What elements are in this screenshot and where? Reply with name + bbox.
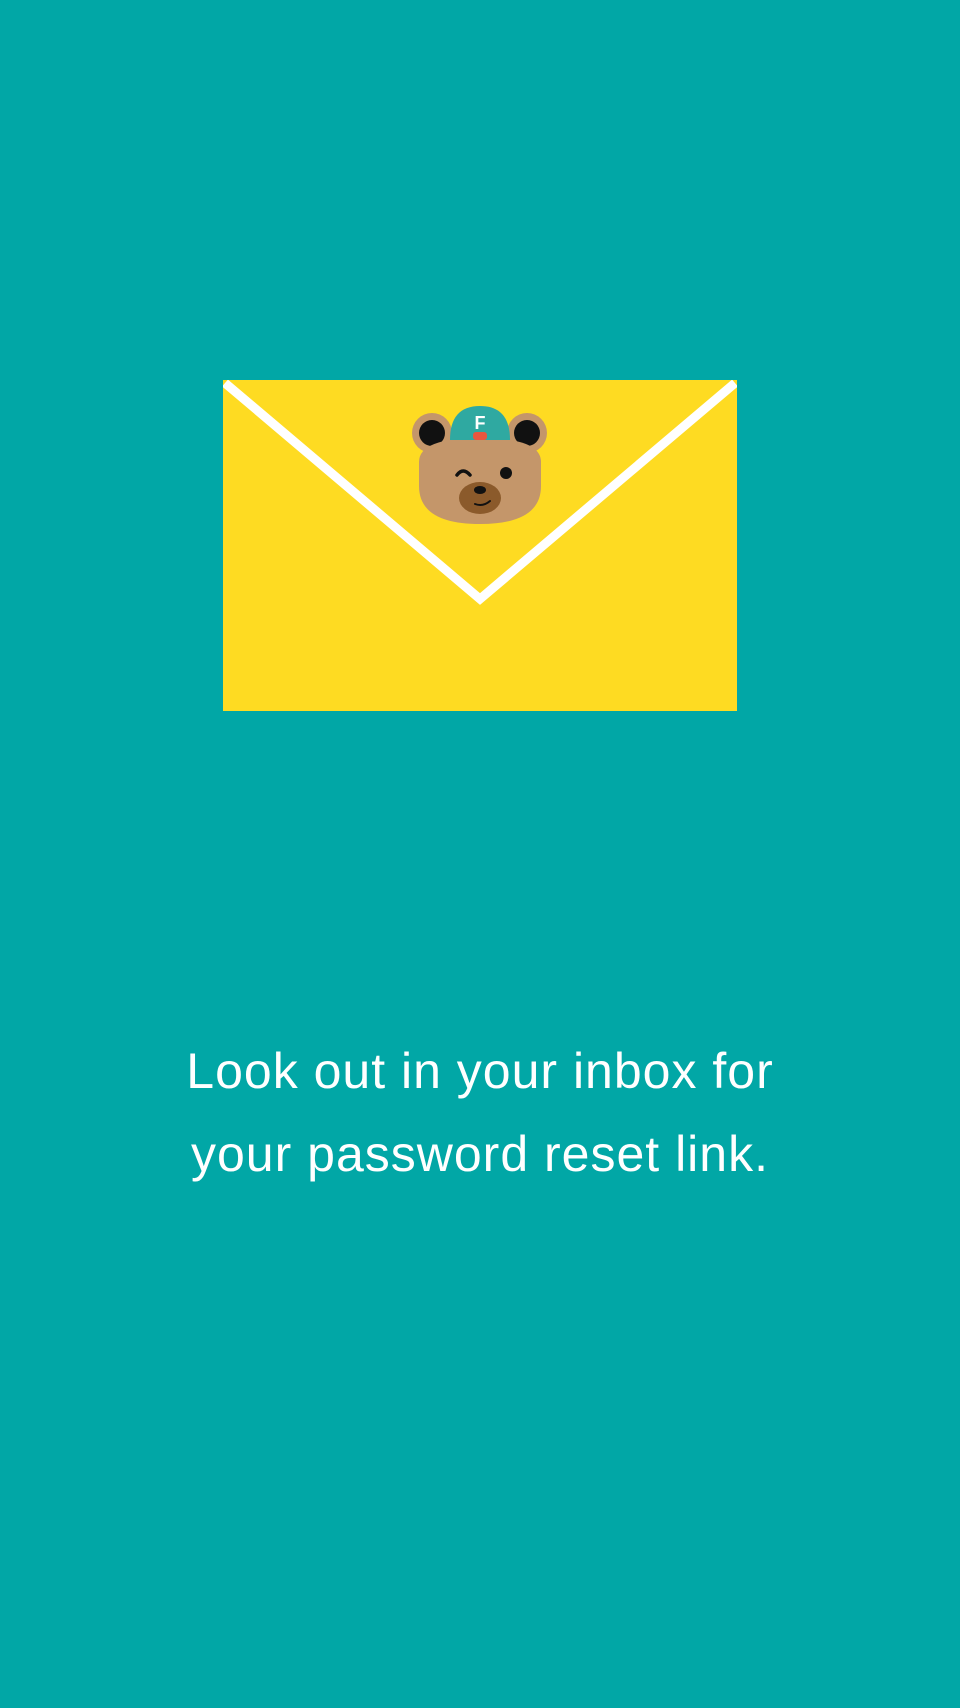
cap-letter: F [475,413,486,433]
envelope-icon: F [223,380,737,711]
password-reset-confirmation-screen: F Look out in your inbox for your passwo… [0,0,960,1708]
bear-mascot-icon: F [412,406,547,524]
reset-link-message: Look out in your inbox for your password… [80,1030,880,1196]
message-line-1: Look out in your inbox for [186,1043,774,1099]
message-line-2: your password reset link. [190,1126,769,1182]
